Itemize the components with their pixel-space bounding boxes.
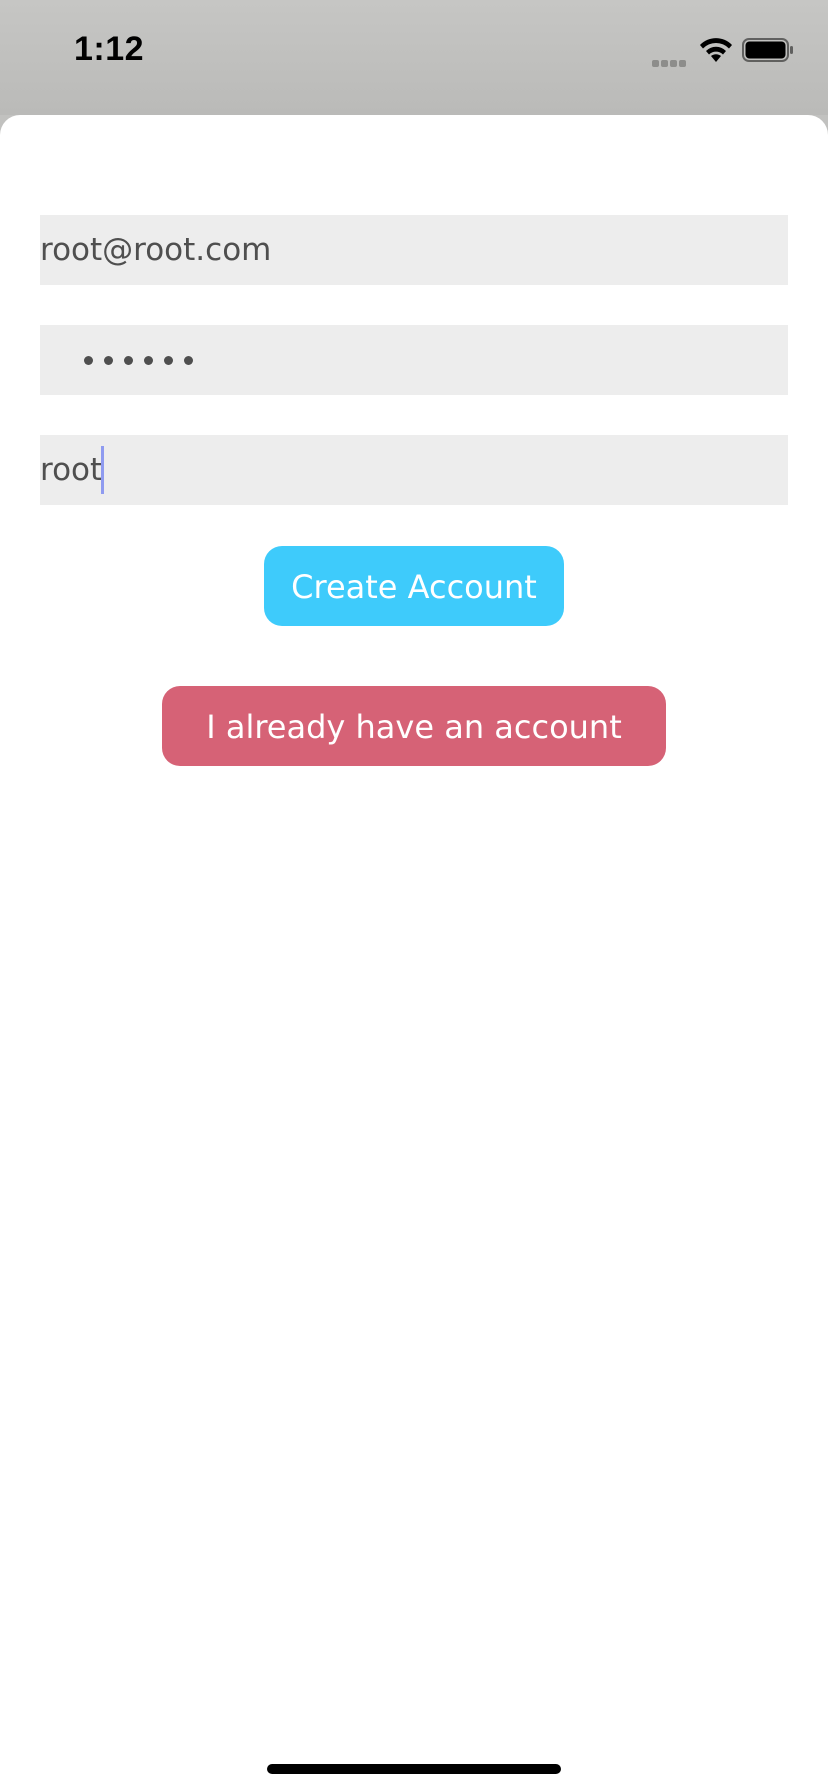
already-have-account-button[interactable]: I already have an account [162,686,666,766]
password-field[interactable] [40,325,788,395]
password-dot [124,355,133,365]
status-time: 1:12 [74,30,145,68]
cellular-signal-icon [652,52,692,67]
home-indicator [267,1764,561,1774]
create-account-button[interactable]: Create Account [264,546,564,626]
password-dot [84,355,93,365]
password-dot [164,355,173,365]
wifi-icon [700,38,732,62]
username-field[interactable]: root [40,435,788,505]
password-dots [84,325,193,395]
email-field[interactable]: root@root.com [40,215,788,285]
username-value: root [40,452,103,488]
password-dot [184,355,193,365]
password-dot [104,355,113,365]
battery-icon [742,38,793,62]
text-cursor [101,445,105,494]
status-bar: 1:12 [0,0,828,115]
password-dot [144,355,153,365]
email-value: root@root.com [40,232,272,268]
